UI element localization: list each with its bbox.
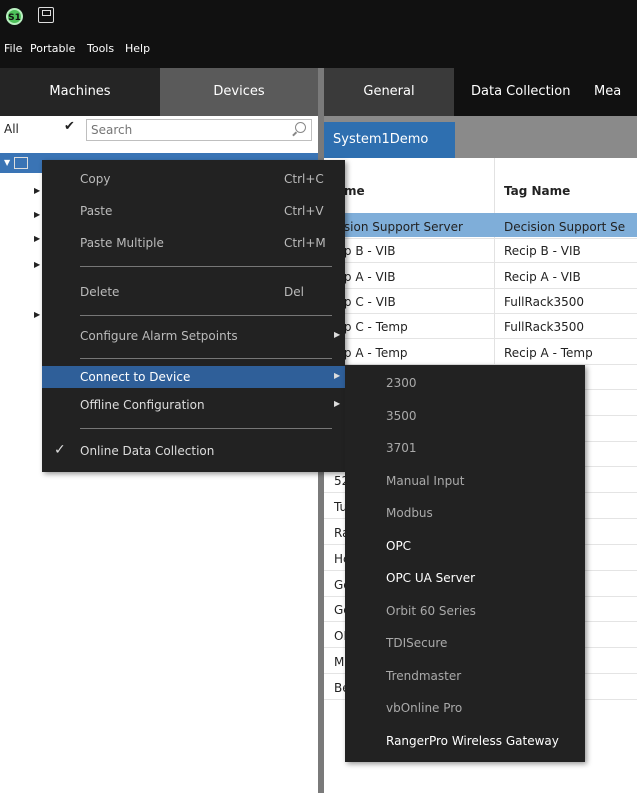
- submenu-item-label: OPC UA Server: [386, 571, 476, 585]
- row-divider: [324, 238, 637, 239]
- left-pane-tabs: Machines Devices: [0, 68, 318, 116]
- chevron-down-icon[interactable]: ✔︎: [64, 119, 75, 134]
- menu-item-connect-to-device[interactable]: Connect to Device ▶: [42, 366, 345, 388]
- subtab-system1demo[interactable]: System1Demo: [324, 122, 455, 158]
- save-icon[interactable]: [38, 7, 54, 23]
- expand-arrow-icon[interactable]: ▶: [34, 210, 40, 219]
- tab-machines[interactable]: Machines: [0, 68, 160, 116]
- menu-separator: [80, 428, 332, 429]
- menu-item-shortcut: Ctrl+V: [284, 204, 324, 218]
- menu-item-label: Online Data Collection: [80, 444, 215, 458]
- submenu-item-rangerpro-wireless-gateway[interactable]: RangerPro Wireless Gateway: [345, 729, 585, 755]
- submenu-item-label: RangerPro Wireless Gateway: [386, 733, 559, 748]
- submenu-item-2300[interactable]: 2300: [345, 371, 585, 397]
- context-menu: Copy Ctrl+C Paste Ctrl+V Paste Multiple …: [42, 160, 345, 472]
- submenu-item-label: 2300: [386, 376, 417, 390]
- subtab-bar: System1Demo: [324, 116, 637, 158]
- search-icon[interactable]: [295, 122, 306, 133]
- submenu-item-label: Modbus: [386, 506, 433, 520]
- menu-item-label: Paste Multiple: [80, 236, 164, 250]
- menu-item-configure-alarm-setpoints[interactable]: Configure Alarm Setpoints ▶: [42, 325, 345, 347]
- submenu-item-orbit-60-series[interactable]: Orbit 60 Series: [345, 599, 585, 625]
- menu-separator: [80, 358, 332, 359]
- expand-arrow-icon[interactable]: ▼: [4, 158, 10, 167]
- checkmark-icon: ✓: [54, 442, 66, 458]
- column-header-name[interactable]: me: [344, 184, 365, 198]
- menu-item-label: Connect to Device: [80, 370, 191, 384]
- table-cell-tag-name[interactable]: Decision Support Se: [504, 220, 625, 234]
- search-box: [86, 119, 312, 141]
- connect-to-device-submenu: 2300 3500 3701 Manual Input Modbus OPC OPC UA …: [345, 365, 585, 762]
- submenu-item-opc-ua-server[interactable]: OPC UA Server: [345, 566, 585, 592]
- submenu-item-3701[interactable]: 3701: [345, 436, 585, 462]
- right-pane-tabs: General Data Collection Mea: [324, 68, 637, 116]
- submenu-item-label: Trendmaster: [386, 668, 462, 683]
- expand-arrow-icon[interactable]: ▶: [34, 186, 40, 195]
- filter-row: All ✔︎: [0, 116, 318, 148]
- expand-arrow-icon[interactable]: ▶: [34, 260, 40, 269]
- menu-item-shortcut: Ctrl+C: [284, 172, 324, 186]
- submenu-item-opc[interactable]: OPC: [345, 534, 585, 560]
- tab-data-collection[interactable]: Data Collection: [471, 68, 570, 116]
- table-cell-name[interactable]: cip A - Temp: [334, 346, 408, 360]
- menu-item-paste-multiple[interactable]: Paste Multiple Ctrl+M: [42, 232, 345, 254]
- submenu-item-3500[interactable]: 3500: [345, 404, 585, 430]
- table-cell-name[interactable]: cision Support Server: [334, 220, 463, 234]
- submenu-item-label: vbOnline Pro: [386, 701, 463, 715]
- row-divider: [324, 313, 637, 314]
- submenu-item-label: 3701: [386, 441, 417, 455]
- menu-separator: [80, 315, 332, 316]
- row-divider: [324, 262, 637, 263]
- database-icon: [14, 157, 28, 169]
- menu-item-online-data-collection[interactable]: ✓ Online Data Collection: [42, 440, 345, 462]
- table-cell-tag-name[interactable]: FullRack3500: [504, 295, 584, 309]
- submenu-item-vbonline-pro[interactable]: vbOnline Pro: [345, 696, 585, 722]
- menu-tools[interactable]: Tools: [87, 42, 114, 55]
- submenu-arrow-icon: ▶: [334, 371, 341, 380]
- menu-item-delete[interactable]: Delete Del: [42, 281, 345, 303]
- table-cell-tag-name[interactable]: Recip B - VIB: [504, 244, 581, 258]
- tab-measurements[interactable]: Mea: [594, 68, 621, 116]
- filter-select[interactable]: All: [4, 122, 19, 136]
- expand-arrow-icon[interactable]: ▶: [34, 234, 40, 243]
- menu-help[interactable]: Help: [125, 42, 150, 55]
- row-divider: [324, 338, 637, 339]
- search-input[interactable]: [87, 120, 277, 140]
- title-bar: S1: [0, 0, 637, 34]
- table-cell-tag-name[interactable]: Recip A - Temp: [504, 346, 593, 360]
- submenu-arrow-icon: ▶: [334, 330, 341, 339]
- submenu-item-label: Orbit 60 Series: [386, 603, 476, 618]
- submenu-item-trendmaster[interactable]: Trendmaster: [345, 664, 585, 690]
- submenu-item-label: 3500: [386, 408, 417, 423]
- menu-item-copy[interactable]: Copy Ctrl+C: [42, 168, 345, 190]
- menu-item-paste[interactable]: Paste Ctrl+V: [42, 200, 345, 222]
- table-cell-name[interactable]: cip C - Temp: [334, 320, 408, 334]
- menu-item-label: Paste: [80, 204, 113, 218]
- submenu-arrow-icon: ▶: [334, 399, 341, 408]
- submenu-item-label: OPC: [386, 538, 412, 553]
- column-header-tag-name[interactable]: Tag Name: [504, 184, 570, 198]
- menu-item-shortcut: Ctrl+M: [284, 236, 326, 250]
- submenu-item-label: TDISecure: [386, 636, 448, 650]
- menu-item-label: Delete: [80, 285, 120, 299]
- submenu-item-modbus[interactable]: Modbus: [345, 501, 585, 527]
- tab-general[interactable]: General: [324, 68, 454, 116]
- tab-devices[interactable]: Devices: [160, 68, 318, 116]
- menu-item-label: Configure Alarm Setpoints: [80, 329, 238, 343]
- expand-arrow-icon[interactable]: ▶: [34, 310, 40, 319]
- table-cell-tag-name[interactable]: Recip A - VIB: [504, 270, 581, 284]
- submenu-item-tdisecure[interactable]: TDISecure: [345, 631, 585, 657]
- menu-item-label: Offline Configuration: [80, 398, 205, 412]
- submenu-item-manual-input[interactable]: Manual Input: [345, 469, 585, 495]
- app-logo-icon: S1: [6, 8, 23, 25]
- menu-item-offline-configuration[interactable]: Offline Configuration ▶: [42, 394, 345, 416]
- submenu-item-label: Manual Input: [386, 473, 465, 488]
- menu-separator: [80, 266, 332, 267]
- menu-portable[interactable]: Portable: [30, 42, 75, 55]
- table-cell-tag-name[interactable]: FullRack3500: [504, 320, 584, 334]
- row-divider: [324, 288, 637, 289]
- menu-item-label: Copy: [80, 172, 111, 186]
- menu-file[interactable]: File: [4, 42, 22, 55]
- menu-item-shortcut: Del: [284, 285, 304, 299]
